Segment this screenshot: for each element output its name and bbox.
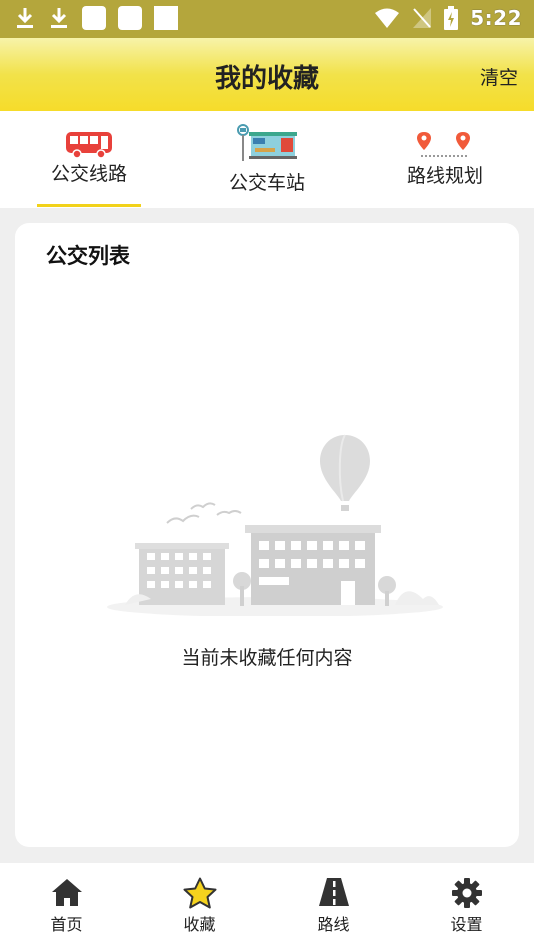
bottom-nav: 首页 收藏 路线 设置 [0, 863, 534, 949]
empty-city-illustration [107, 434, 443, 616]
bus-stop-icon [237, 124, 297, 161]
notification-square-icon [154, 6, 178, 30]
tab-label: 路线规划 [406, 165, 483, 187]
tab-bus-lines[interactable]: 公交线路 [9, 111, 169, 208]
status-time: 5:22 [470, 6, 522, 30]
no-signal-icon [413, 8, 432, 28]
battery-charging-icon [444, 6, 459, 30]
bus-icon [66, 132, 112, 159]
notification-square-icon [118, 6, 142, 30]
clear-button[interactable]: 清空 [480, 63, 518, 90]
tab-label: 公交线路 [50, 163, 127, 185]
top-bar: 我的收藏 清空 [0, 38, 534, 111]
route-pins-icon [417, 132, 470, 157]
tab-bar: 公交线路 公交车站 路线规划 [0, 111, 534, 208]
tab-label: 公交车站 [228, 172, 305, 194]
nav-routes[interactable]: 路线 [267, 863, 400, 949]
home-icon [51, 879, 82, 906]
card-title: 公交列表 [46, 244, 130, 268]
wifi-icon [375, 8, 400, 28]
notification-square-icon [82, 6, 106, 30]
gear-icon [451, 878, 482, 908]
nav-label: 收藏 [183, 915, 216, 934]
download-icon [17, 8, 33, 28]
nav-home[interactable]: 首页 [0, 863, 133, 949]
status-bar: 5:22 [0, 0, 534, 38]
nav-label: 路线 [317, 915, 350, 934]
empty-message: 当前未收藏任何内容 [181, 647, 353, 669]
road-icon [318, 878, 349, 906]
favorites-card: 公交列表 当前未收藏任何内容 [15, 223, 519, 847]
nav-label: 设置 [450, 915, 483, 934]
nav-favorites[interactable]: 收藏 [133, 863, 266, 949]
star-icon [183, 877, 216, 909]
tab-bus-stops[interactable]: 公交车站 [187, 111, 347, 208]
status-bar-notifications [14, 6, 178, 30]
nav-label: 首页 [50, 915, 83, 934]
page-title: 我的收藏 [214, 64, 319, 94]
nav-settings[interactable]: 设置 [400, 863, 533, 949]
download-icon [51, 8, 67, 28]
tab-route-planning[interactable]: 路线规划 [365, 111, 525, 208]
tab-selected-indicator [37, 204, 141, 207]
